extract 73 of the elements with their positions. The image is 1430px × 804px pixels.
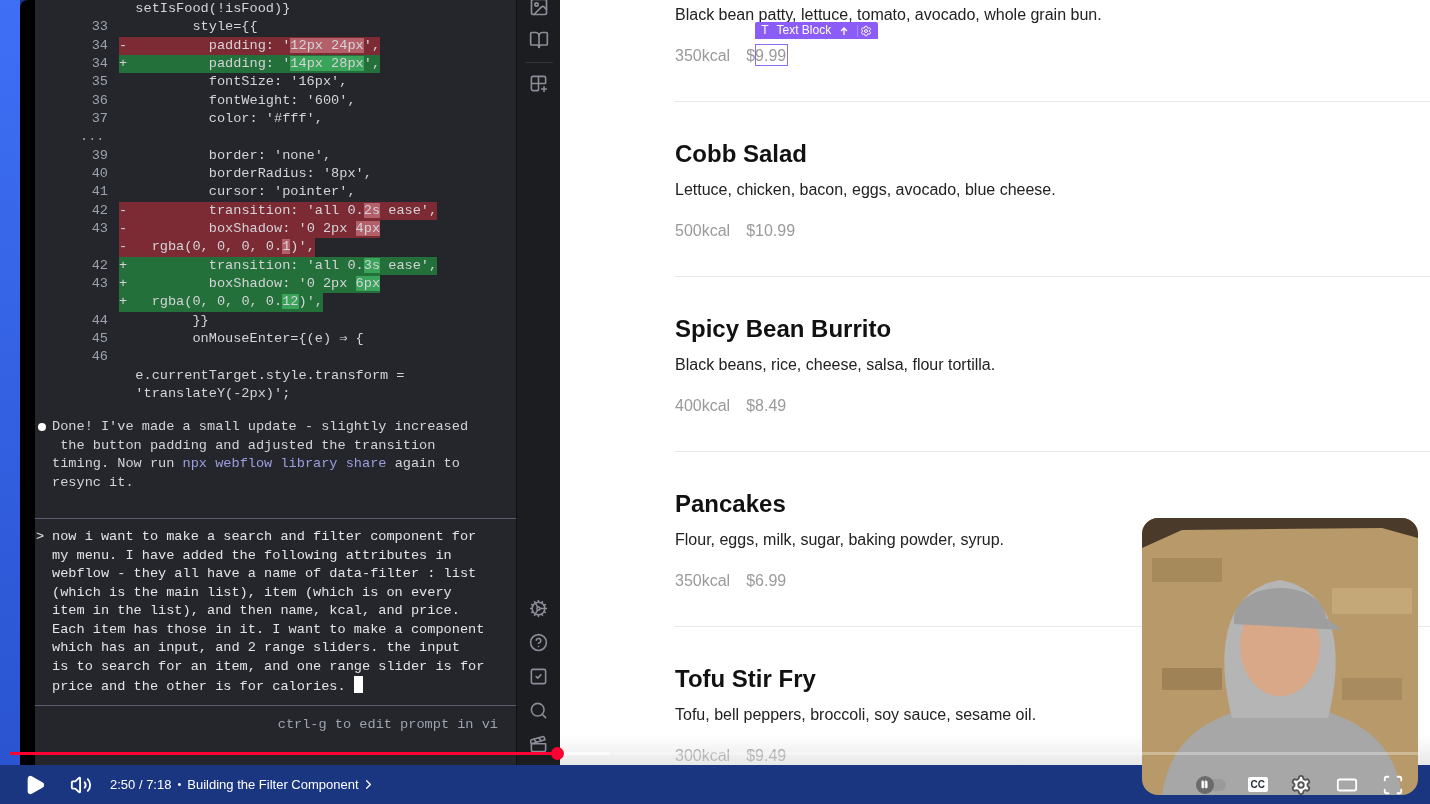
item-description: Lettuce, chicken, bacon, eggs, avocado, blue cheese. xyxy=(675,180,1056,200)
hint-text: ctrl-g to edit prompt in vi xyxy=(277,715,498,734)
book-icon[interactable] xyxy=(528,30,549,50)
item-title: Cobb Salad xyxy=(675,139,808,169)
item-description: Black bean patty, lettuce, tomato, avocado, whole grain bun. xyxy=(675,5,1102,25)
item-description: Tofu, bell peppers, broccoli, soy sauce, sesame oil. xyxy=(675,705,1037,725)
type-label: T xyxy=(761,22,769,39)
line-number: 42 xyxy=(91,256,108,275)
calorie-text: 400kcal xyxy=(675,396,731,416)
code-line: onMouseEnter={(e) ⇒ { xyxy=(191,329,364,348)
calorie-text: 500kcal xyxy=(675,221,731,241)
line-number: 42 xyxy=(91,201,108,220)
checkbox-icon[interactable] xyxy=(529,667,548,686)
pause-icon xyxy=(1200,780,1210,789)
code-line: }} xyxy=(191,311,209,330)
gear-icon[interactable] xyxy=(529,599,548,618)
calorie-text: 350kcal xyxy=(675,46,731,66)
price-text: $10.99 xyxy=(746,222,796,239)
line-number: 44 xyxy=(91,311,108,330)
price-text: $8.49 xyxy=(746,397,787,414)
price-text: $6.99 xyxy=(746,572,787,589)
autoplay-toggle[interactable] xyxy=(1195,778,1226,791)
code-line: e.currentTarget.style.transform = xyxy=(134,366,405,385)
calorie-text: 300kcal xyxy=(675,746,731,765)
line-number: 41 xyxy=(91,183,108,202)
code-line: fontWeight: '600', xyxy=(207,91,356,110)
line-number: 37 xyxy=(91,109,108,128)
line-number: 43 xyxy=(91,274,108,293)
line-number: 36 xyxy=(91,91,108,110)
chapter-title[interactable]: Building the Filter Component xyxy=(187,774,359,795)
search-icon[interactable] xyxy=(529,701,548,720)
line-number: 34 xyxy=(91,55,108,73)
text-cursor xyxy=(353,676,363,694)
code-line: style={{ xyxy=(191,18,258,37)
code-line: 'translateY(-2px)'; xyxy=(134,384,291,403)
code-line: cursor: 'pointer', xyxy=(207,183,356,202)
line-number: 33 xyxy=(91,18,108,37)
code-line: fontSize: '16px', xyxy=(207,73,348,92)
image-icon[interactable] xyxy=(528,0,549,17)
item-title: Tofu Stir Fry xyxy=(675,664,817,694)
line-number: 39 xyxy=(91,146,108,165)
line-number: 46 xyxy=(91,348,108,367)
time-display: 2:50 / 7:18 xyxy=(110,775,172,794)
item-title: Spicy Bean Burrito xyxy=(675,314,893,344)
grid-plus-icon[interactable] xyxy=(529,74,548,93)
bullet-icon xyxy=(38,423,46,432)
price-text: $9.49 xyxy=(746,747,787,764)
tag-label: Text Block xyxy=(776,22,832,39)
item-title: Pancakes xyxy=(675,489,787,519)
code-line: border: 'none', xyxy=(207,146,332,165)
help-icon[interactable] xyxy=(529,633,548,652)
captions-button[interactable]: CC xyxy=(1247,777,1268,792)
clapperboard-icon[interactable] xyxy=(529,735,548,754)
line-number: 43 xyxy=(91,219,108,238)
settings-button[interactable] xyxy=(1290,773,1312,796)
line-number: 40 xyxy=(91,164,108,183)
fullscreen-button[interactable] xyxy=(1382,773,1404,796)
line-number: 45 xyxy=(91,329,108,348)
line-number: 34 xyxy=(91,36,108,55)
line-number: 35 xyxy=(91,73,108,92)
code-line: color: '#fff', xyxy=(207,109,323,128)
item-description: Black beans, rice, cheese, salsa, flour tortilla. xyxy=(675,355,996,375)
element-tag[interactable]: T Text Block xyxy=(755,22,879,39)
item-description: Flour, eggs, milk, sugar, baking powder, syrup. xyxy=(675,530,1005,550)
code-line: borderRadius: '8px', xyxy=(207,164,372,183)
arrow-up-icon[interactable] xyxy=(839,25,850,36)
line-number: ... xyxy=(79,128,105,147)
settings-icon[interactable] xyxy=(857,24,873,37)
prompt-input[interactable]: > now i want to make a search and filter component for my menu. I have added the following attributes in webflow - they all have a name of data-filter : list (which is the main list), item (which is on every item in the list), and then name, kcal, and price. Each item has those in it. I want to make a component which has an input, and 2 range sliders. the input is to search for an item, and one range slider is for price and the other is for calories. xyxy=(35,519,516,705)
assistant-message: Done! I've made a small update - slightly increased the button padding and adjusted the transition timing. Now run npx webflow library share again to resync it. xyxy=(52,418,470,492)
calorie-text: 350kcal xyxy=(675,571,731,591)
separator-dot: • xyxy=(177,777,182,793)
code-line: setIsFood(!isFood)} xyxy=(134,0,291,18)
